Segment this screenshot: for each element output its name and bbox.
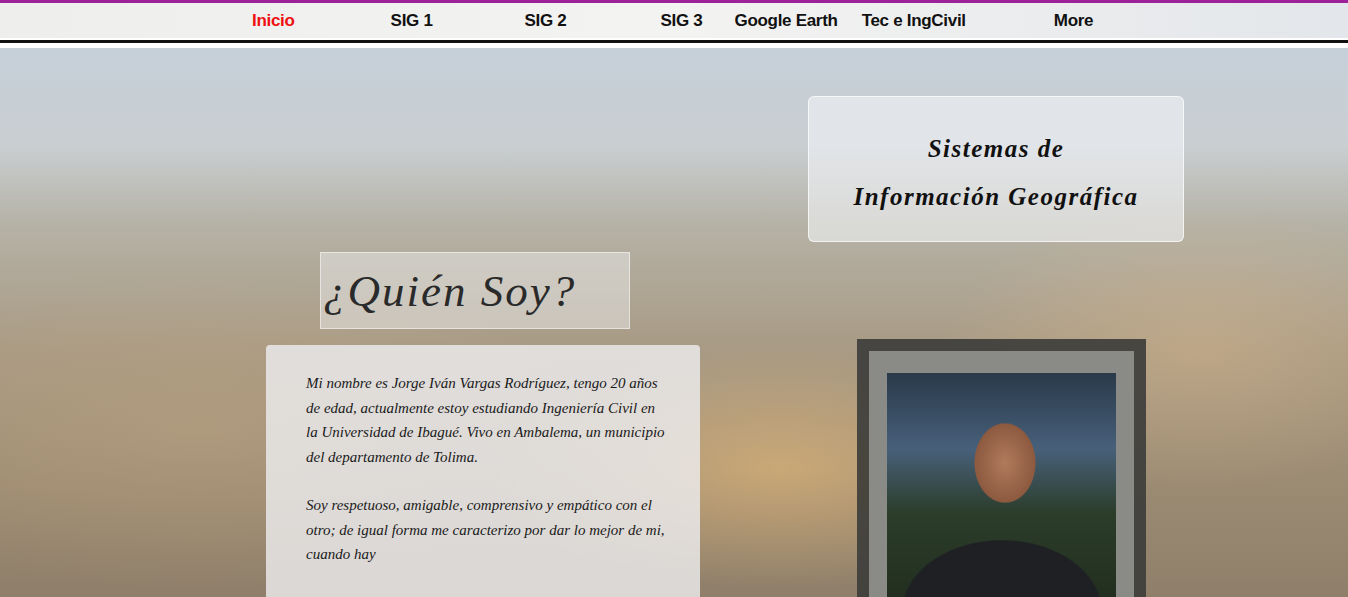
profile-photo bbox=[887, 373, 1116, 597]
header-divider bbox=[0, 40, 1348, 43]
nav-item[interactable]: Inicio bbox=[252, 11, 295, 31]
nav-item[interactable]: SIG 1 bbox=[391, 11, 433, 31]
nav-item[interactable]: More bbox=[1054, 11, 1093, 31]
page: Inicio SIG 1 SIG 2 SIG 3 Google Earth Tec e I… bbox=[0, 0, 1348, 597]
site-header: Inicio SIG 1 SIG 2 SIG 3 Google Earth Tec e I… bbox=[0, 0, 1348, 38]
heading: ¿Quién Soy? bbox=[323, 265, 576, 317]
title-line: Sistemas de bbox=[819, 125, 1173, 173]
nav-item[interactable]: SIG 3 bbox=[661, 11, 703, 31]
hero-background-photo: Sistemas deInformación Geográfica ¿Quién … bbox=[0, 48, 1348, 597]
main-nav: Inicio SIG 1 SIG 2 SIG 3 Google Earth Tec e I… bbox=[0, 11, 1093, 31]
heading-box: ¿Quién Soy? bbox=[320, 252, 630, 329]
title-card: Sistemas deInformación Geográfica bbox=[808, 96, 1184, 242]
nav-item[interactable]: SIG 2 bbox=[525, 11, 567, 31]
bio-paragraph: Soy respetuoso, amigable, comprensivo y … bbox=[306, 493, 670, 567]
nav-item[interactable]: Google Earth bbox=[735, 11, 838, 31]
title-line: Información Geográfica bbox=[819, 173, 1173, 221]
bio-card: Mi nombre es Jorge Iván Vargas Rodríguez… bbox=[266, 345, 700, 597]
nav-item[interactable]: Tec e IngCivil bbox=[862, 11, 966, 31]
photo-frame bbox=[857, 339, 1146, 597]
bio-paragraph: Mi nombre es Jorge Iván Vargas Rodríguez… bbox=[306, 371, 670, 469]
